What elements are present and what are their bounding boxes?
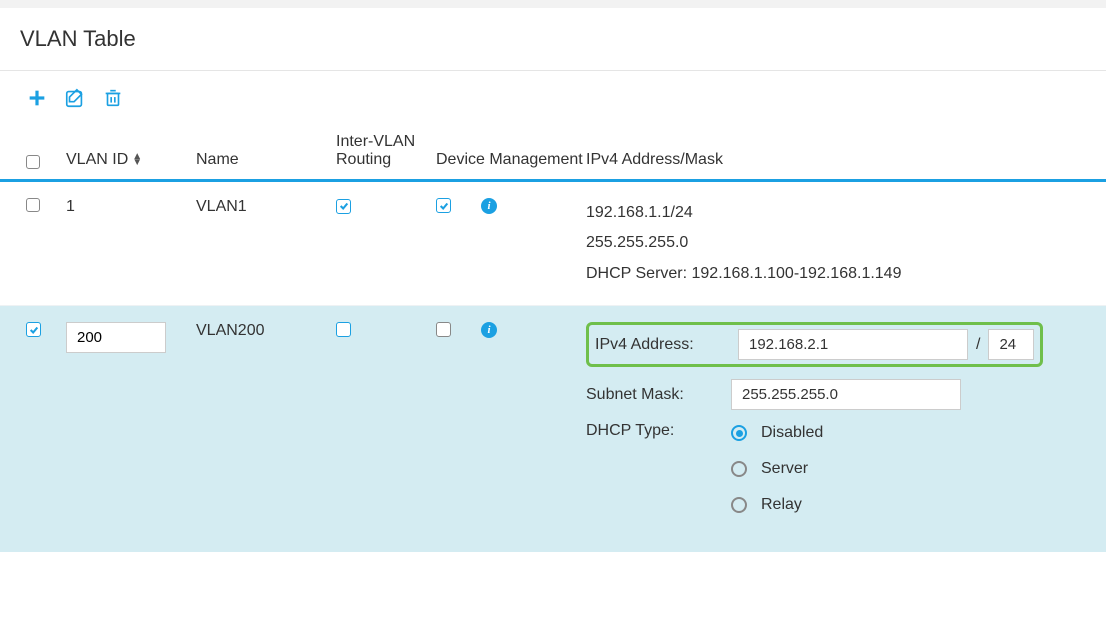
vlan-name-cell: VLAN200 [196, 322, 336, 340]
info-icon[interactable]: i [481, 322, 497, 338]
table-row: VLAN200 i IPv4 Address: / Subnet Mask: [0, 306, 1106, 552]
delete-icon[interactable] [102, 87, 124, 109]
col-header-inter-vlan-routing[interactable]: Inter-VLAN Routing [336, 133, 436, 169]
info-icon[interactable]: i [481, 198, 497, 214]
ipv4-edit-form: IPv4 Address: / Subnet Mask: DHCP Type: … [586, 322, 1086, 526]
device-management-checkbox[interactable] [436, 322, 451, 337]
dhcp-radio-disabled[interactable]: Disabled [731, 424, 823, 442]
col-header-vlan-id-label: VLAN ID [66, 151, 128, 169]
ipv4-address-input[interactable] [738, 329, 968, 360]
page-title: VLAN Table [20, 26, 1086, 52]
ipv4-addr-line: 192.168.1.1/24 [586, 198, 1086, 228]
vlan-table: VLAN ID ▲▼ Name Inter-VLAN Routing Devic… [0, 119, 1106, 552]
radio-icon [731, 497, 747, 513]
ipv4-highlight: IPv4 Address: / [586, 322, 1043, 367]
edit-icon[interactable] [64, 87, 86, 109]
inter-vlan-routing-checkbox[interactable] [336, 199, 351, 214]
sort-icon: ▲▼ [132, 154, 142, 166]
col-header-ipv4[interactable]: IPv4 Address/Mask [586, 151, 1086, 169]
cidr-input[interactable] [988, 329, 1034, 360]
ipv4-address-label: IPv4 Address: [595, 336, 730, 354]
col-header-vlan-id[interactable]: VLAN ID ▲▼ [66, 151, 196, 169]
row-checkbox[interactable] [26, 322, 41, 337]
vlan-name-cell: VLAN1 [196, 198, 336, 216]
row-checkbox[interactable] [26, 198, 40, 212]
dhcp-radio-server[interactable]: Server [731, 460, 823, 478]
col-header-name[interactable]: Name [196, 151, 336, 169]
subnet-mask-label: Subnet Mask: [586, 386, 721, 404]
vlan-id-input[interactable] [66, 322, 166, 353]
ipv4-mask-line: 255.255.255.0 [586, 228, 1086, 258]
ipv4-cell: 192.168.1.1/24 255.255.255.0 DHCP Server… [586, 198, 1086, 289]
table-row: 1 VLAN1 i 192.168.1.1/24 255.255.255.0 D… [0, 182, 1106, 306]
action-bar [0, 71, 1106, 119]
dhcp-radio-relay[interactable]: Relay [731, 496, 823, 514]
radio-label: Disabled [761, 424, 823, 442]
radio-label: Server [761, 460, 808, 478]
radio-icon [731, 425, 747, 441]
radio-label: Relay [761, 496, 802, 514]
subnet-mask-input[interactable] [731, 379, 961, 410]
select-all-checkbox[interactable] [26, 155, 40, 169]
inter-vlan-routing-checkbox[interactable] [336, 322, 351, 337]
ipv4-dhcp-line: DHCP Server: 192.168.1.100-192.168.1.149 [586, 259, 1086, 289]
col-header-device-management[interactable]: Device Management [436, 151, 586, 169]
add-icon[interactable] [26, 87, 48, 109]
vlan-id-cell: 1 [66, 198, 196, 216]
dhcp-type-radio-group: Disabled Server Relay [731, 422, 823, 514]
radio-icon [731, 461, 747, 477]
device-management-checkbox[interactable] [436, 198, 451, 213]
dhcp-type-label: DHCP Type: [586, 422, 721, 440]
table-header-row: VLAN ID ▲▼ Name Inter-VLAN Routing Devic… [0, 119, 1106, 182]
cidr-slash: / [976, 336, 980, 354]
